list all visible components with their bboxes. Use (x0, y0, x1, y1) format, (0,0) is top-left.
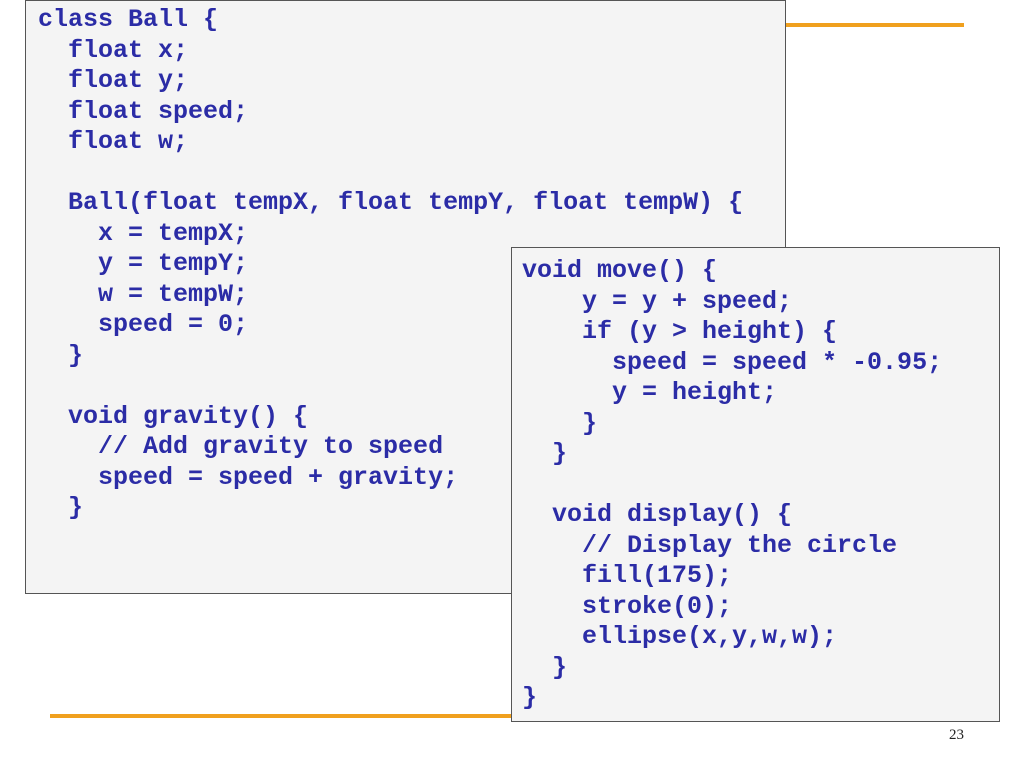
code-line: class Ball { (38, 5, 219, 34)
page-number: 23 (949, 727, 964, 743)
code-line: float w; (38, 127, 189, 156)
code-line: speed = speed * -0.95; (522, 347, 943, 377)
code-line: } (522, 652, 568, 682)
code-line: y = y + speed; (522, 286, 793, 316)
code-line: void display() { (522, 500, 793, 529)
code-line: if (y > height) { (522, 317, 838, 346)
code-line: x = tempX; (38, 218, 249, 248)
code-line: void move() { (522, 256, 718, 285)
code-line: // Display the circle (522, 530, 898, 560)
code-line: float x; (38, 35, 189, 65)
code-line: } (522, 408, 598, 438)
code-line: fill(175); (522, 561, 733, 590)
code-line: } (522, 683, 538, 712)
code-block-move-display: void move() { y = y + speed; if (y > hei… (511, 247, 1000, 722)
accent-rule-top (780, 23, 964, 27)
accent-rule-bottom (50, 714, 520, 718)
code-line: ellipse(x,y,w,w); (522, 622, 838, 651)
code-line: stroke(0); (522, 591, 733, 621)
code-line: float y; (38, 66, 189, 95)
code-line: y = height; (522, 378, 778, 407)
code-line: float speed; (38, 96, 249, 126)
code-line: } (522, 439, 568, 468)
code-line: Ball(float tempX, float tempY, float tem… (38, 188, 744, 217)
